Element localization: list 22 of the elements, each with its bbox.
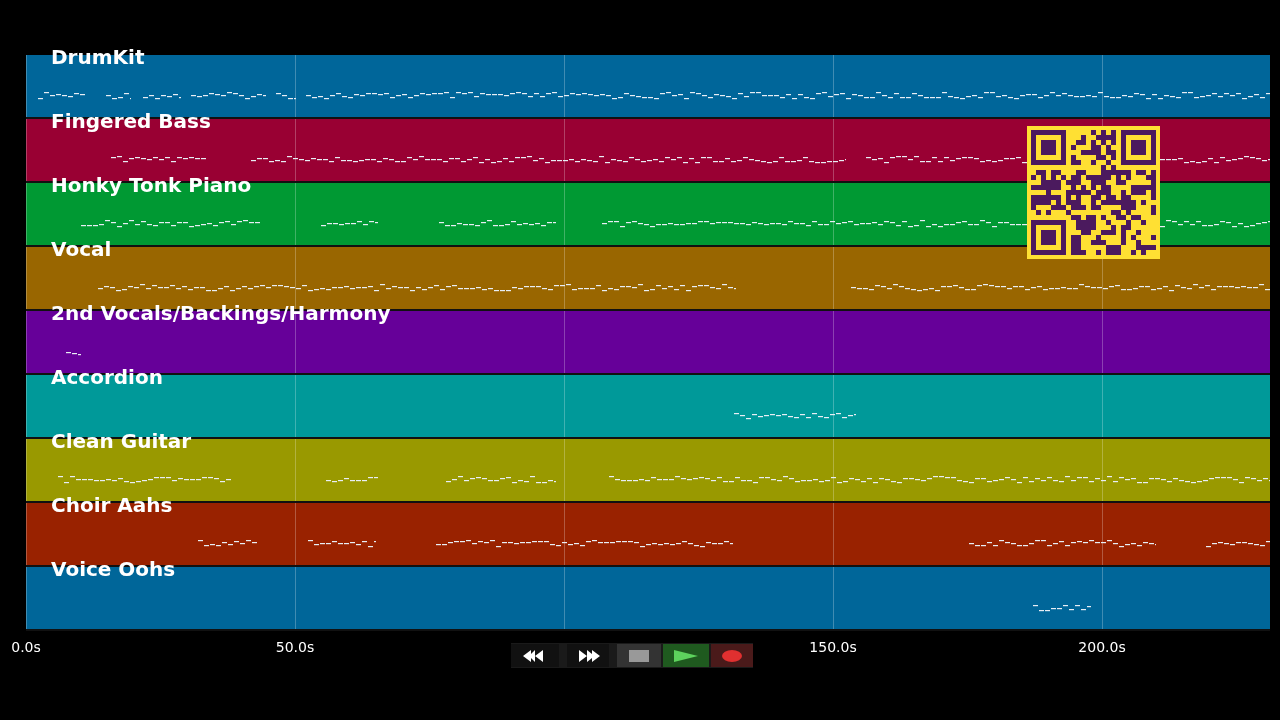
track-name: 2nd Vocals/Backings/Harmony [51,301,391,325]
stop-icon [629,649,649,662]
rewind-button[interactable] [511,644,559,667]
track-name: Voice Oohs [51,557,176,581]
note-pattern [1033,605,1091,612]
time-tick-label: 50.0s [275,638,315,656]
time-tick-label: 150.0s [809,638,857,656]
time-tick-label: 200.0s [1078,638,1126,656]
record-icon [722,649,742,662]
track-name: Accordion [51,365,163,389]
track-name: Honky Tonk Piano [51,173,252,197]
track-name: Clean Guitar [51,429,192,453]
track-name: Vocal [51,237,112,261]
record-button[interactable] [711,644,753,667]
stop-button[interactable] [617,644,661,667]
track-name: Choir Aahs [51,493,173,517]
note-pattern [66,352,81,356]
play-button[interactable] [663,644,709,667]
time-tick-label: 0.0s [11,638,41,656]
play-icon [673,648,699,663]
track-name: Fingered Bass [51,109,211,133]
fast-forward-button[interactable] [567,644,609,667]
